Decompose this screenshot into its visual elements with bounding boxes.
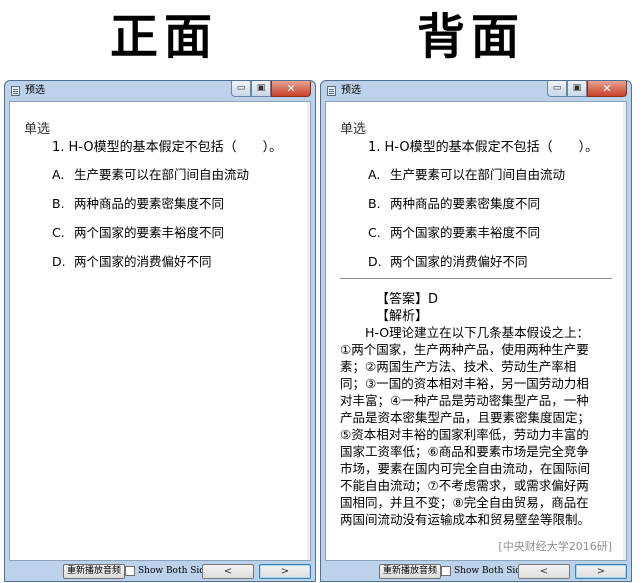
window-title: 预选 [341, 85, 361, 96]
option-text: 两个国家的消费偏好不同 [390, 254, 528, 269]
show-both-sides-checkbox[interactable] [441, 566, 451, 576]
card-content: 单选 1. H-O模型的基本假定不包括（ ）。 A. 生产要素可以在部门间自由流动… [325, 101, 627, 561]
option-text: 两个国家的要素丰裕度不同 [390, 225, 541, 240]
app-icon [327, 86, 336, 96]
maximize-button[interactable]: ▣ [251, 81, 271, 97]
option-d: D. 两个国家的消费偏好不同 [52, 251, 212, 270]
option-b: B. 两种商品的要素密集度不同 [52, 193, 224, 212]
option-letter: D. [368, 254, 382, 269]
option-c: C. 两个国家的要素丰裕度不同 [368, 222, 540, 241]
option-b: B. 两种商品的要素密集度不同 [368, 193, 540, 212]
option-text: 生产要素可以在部门间自由流动 [390, 167, 566, 182]
front-heading: 正面 [110, 9, 219, 65]
option-letter: A. [368, 167, 381, 182]
analysis-line: 对丰富；④一种产品是劳动密集型产品，一种 [340, 393, 589, 408]
analysis-line: ⑤资本相对丰裕的国家利率低，劳动力丰富的 [340, 427, 589, 442]
minimize-button[interactable]: ▭ [547, 81, 567, 97]
analysis-line: ①两个国家，生产两种产品，使用两种生产要 [340, 342, 589, 357]
option-text: 两个国家的要素丰裕度不同 [74, 225, 225, 240]
option-a: A. 生产要素可以在部门间自由流动 [368, 164, 565, 183]
prev-button[interactable]: < [518, 564, 570, 579]
analysis-line: 国相同，并且不变；⑧完全自由贸易，商品在 [340, 495, 589, 510]
title-bar[interactable]: 预选 ▭ ▣ ✕ [321, 81, 631, 101]
analysis-line: H-O理论建立在以下几条基本假设之上： [340, 325, 590, 340]
option-text: 两种商品的要素密集度不同 [74, 196, 225, 211]
divider [340, 278, 612, 279]
option-text: 两种商品的要素密集度不同 [390, 196, 541, 211]
analysis-line: 产品是资本密集型产品，且要素密集度固定； [340, 410, 591, 425]
option-letter: B. [368, 196, 381, 211]
analysis-line: 不能自由流动；⑦不考虑需求，或需求偏好两 [340, 478, 589, 493]
question-stem: 1. H-O模型的基本假定不包括（ ）。 [368, 140, 599, 155]
option-letter: A. [52, 167, 65, 182]
analysis-text: H-O理论建立在以下几条基本假设之上： ①两个国家，生产两种产品，使用两种生产要… [340, 324, 614, 528]
question-stem: 1. H-O模型的基本假定不包括（ ）。 [52, 140, 283, 155]
close-button[interactable]: ✕ [587, 81, 627, 97]
minimize-button[interactable]: ▭ [231, 81, 251, 97]
analysis-line: 两国间流动没有运输成本和贸易壁垒等限制。 [340, 512, 591, 527]
window-title: 预选 [25, 85, 45, 96]
option-letter: C. [52, 225, 65, 240]
back-heading: 背面 [417, 9, 526, 65]
close-button[interactable]: ✕ [271, 81, 311, 97]
card-content: 单选 1. H-O模型的基本假定不包括（ ）。 A. 生产要素可以在部门间自由流动… [9, 101, 311, 561]
option-c: C. 两个国家的要素丰裕度不同 [52, 222, 224, 241]
preview-window-front: 预选 ▭ ▣ ✕ 单选 1. H-O模型的基本假定不包括（ ）。 A. 生产要素可… [4, 80, 316, 582]
question-type: 单选 [24, 122, 51, 137]
title-bar[interactable]: 预选 ▭ ▣ ✕ [5, 81, 315, 101]
app-icon [11, 86, 20, 96]
scrollbar[interactable] [307, 102, 310, 560]
analysis-line: 同；③一国的资本相对丰裕，另一国劳动力相 [340, 376, 589, 391]
preview-window-back: 预选 ▭ ▣ ✕ 单选 1. H-O模型的基本假定不包括（ ）。 A. 生产要素可… [320, 80, 632, 582]
analysis-label: 【解析】 [376, 309, 429, 324]
option-text: 生产要素可以在部门间自由流动 [74, 167, 250, 182]
analysis-line: 素；②两国生产方法、技术、劳动生产率相 [340, 359, 577, 374]
option-a: A. 生产要素可以在部门间自由流动 [52, 164, 249, 183]
option-letter: C. [368, 225, 381, 240]
scrollbar[interactable] [623, 102, 626, 560]
option-text: 两个国家的消费偏好不同 [74, 254, 212, 269]
analysis-line: 市场，要素在国内可完全自由流动，在国际间 [340, 461, 591, 476]
prev-button[interactable]: < [202, 564, 254, 579]
replay-audio-button[interactable]: 重新播放音频 [63, 564, 126, 579]
source-citation: [中央财经大学2016研] [498, 540, 612, 553]
option-letter: D. [52, 254, 66, 269]
replay-audio-button[interactable]: 重新播放音频 [379, 564, 442, 579]
option-letter: B. [52, 196, 65, 211]
option-d: D. 两个国家的消费偏好不同 [368, 251, 528, 270]
question-type: 单选 [340, 122, 367, 137]
maximize-button[interactable]: ▣ [567, 81, 587, 97]
show-both-sides-checkbox[interactable] [125, 566, 135, 576]
next-button[interactable]: > [575, 564, 627, 579]
bottom-toolbar: 重新播放音频 Show Both Sides < > [321, 561, 631, 581]
next-button[interactable]: > [259, 564, 311, 579]
analysis-line: 国家工资率低；⑥商品和要素市场是完全竞争 [340, 444, 589, 459]
bottom-toolbar: 重新播放音频 Show Both Sides < > [5, 561, 315, 581]
